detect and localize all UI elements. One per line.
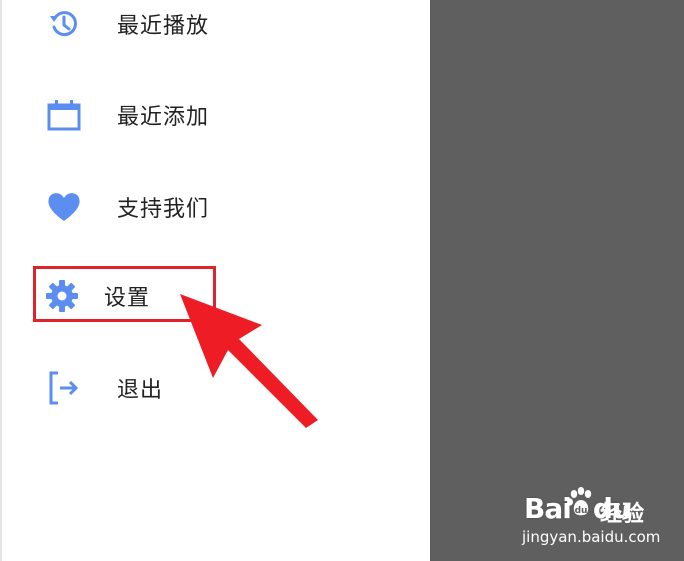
navigation-drawer: 最近播放 最近添加 支持我们 设置 退出 [0,0,430,561]
paw-icon: du [566,486,596,522]
jingyan-text: 经验 [600,502,645,527]
watermark-url: jingyan.baidu.com [522,528,661,546]
menu-item-support-us[interactable]: 支持我们 [2,177,430,237]
baidu-jingyan-watermark: Bai du du 经验 jingyan.baidu.com [522,486,672,550]
menu-item-label: 最近播放 [117,14,210,39]
menu-item-label: 最近添加 [117,105,210,130]
history-icon [46,6,82,42]
drawer-scrim-overlay[interactable] [430,0,684,561]
menu-item-label: 退出 [117,378,164,403]
svg-text:du: du [575,506,588,516]
heart-icon [46,189,82,225]
menu-item-recently-added[interactable]: 最近添加 [2,85,430,145]
calendar-icon [46,97,82,133]
settings-highlight-box [33,266,216,322]
menu-item-recently-played[interactable]: 最近播放 [2,0,430,54]
menu-item-logout[interactable]: 退出 [2,358,430,418]
logout-icon [46,370,82,406]
menu-item-label: 支持我们 [117,197,210,222]
